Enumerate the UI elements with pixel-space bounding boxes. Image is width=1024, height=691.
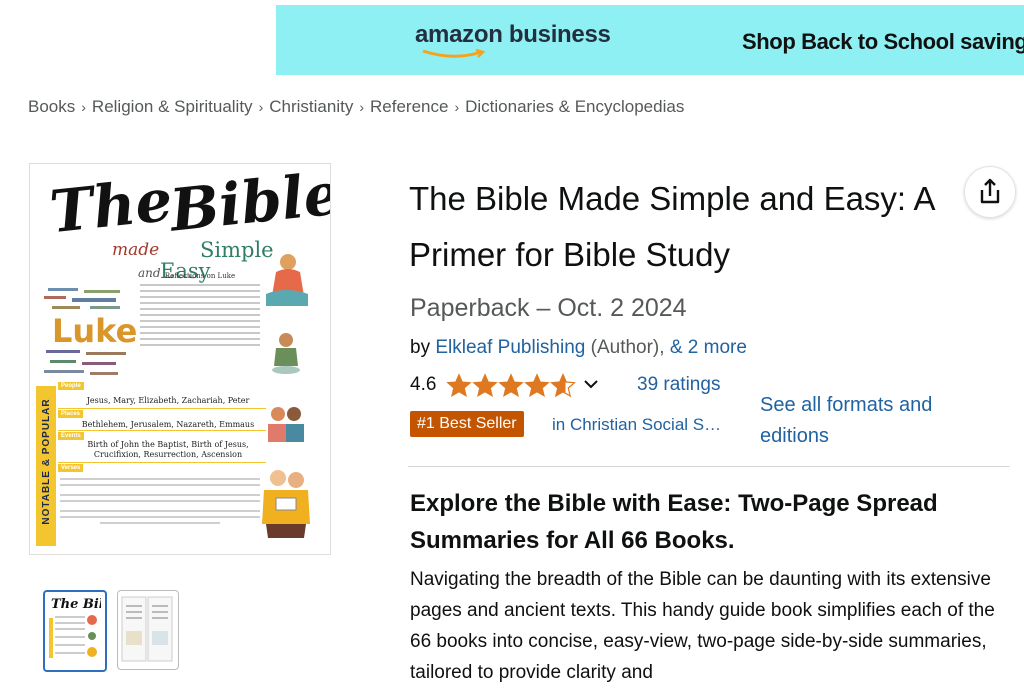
divider	[408, 466, 1010, 467]
main-product-image[interactable]: The Bible made Simple and Easy Luke Refl…	[29, 163, 331, 555]
cover-title-the: The	[46, 165, 176, 247]
cover-row-label: Places	[58, 410, 84, 418]
ad-banner[interactable]: amazon business Shop Back to School savi…	[276, 5, 1024, 75]
thumbnail-cover[interactable]: The Bible	[43, 590, 107, 672]
breadcrumb-item-christianity[interactable]: Christianity	[269, 97, 353, 116]
share-button[interactable]	[964, 166, 1016, 218]
illustration-figure	[266, 254, 308, 306]
breadcrumb-item-reference[interactable]: Reference	[370, 97, 448, 116]
chevron-right-icon: ›	[258, 99, 264, 115]
cover-row-label: Verses	[58, 464, 84, 472]
banner-brand: amazon business	[415, 21, 611, 48]
cover-row-text: Bethlehem, Jerusalem, Nazareth, Emmaus	[81, 420, 255, 429]
chevron-right-icon: ›	[359, 99, 364, 115]
more-contributors-link[interactable]: & 2 more	[670, 337, 747, 358]
description-text: Navigating the breadth of the Bible can …	[410, 569, 995, 683]
ratings-count-link[interactable]: 39 ratings	[637, 374, 720, 396]
star-icon	[499, 374, 523, 397]
amazon-smile-icon	[422, 49, 486, 58]
cover-row-label: People	[58, 382, 84, 390]
cover-book-name: Luke	[52, 312, 138, 350]
thumbnail-inside-pages[interactable]	[117, 590, 179, 670]
breadcrumb-item-religion[interactable]: Religion & Spirituality	[92, 97, 253, 116]
thumbnail-image: The Bible	[49, 597, 105, 658]
svg-text:The Bible: The Bible	[51, 597, 101, 612]
star-icon	[473, 374, 497, 397]
share-icon	[980, 178, 1000, 204]
description-heading: Explore the Bible with Ease: Two-Page Sp…	[410, 490, 938, 554]
product-title: The Bible Made Simple and Easy: A Primer…	[409, 180, 934, 273]
star-icon	[550, 373, 576, 397]
rating-value: 4.6	[410, 374, 437, 395]
cover-side-band: NOTABLE & POPULAR	[36, 386, 56, 546]
chevron-right-icon: ›	[454, 99, 460, 115]
byline: by Elkleaf Publishing (Author), & 2 more	[410, 337, 747, 359]
best-seller-badge[interactable]: #1 Best Seller	[410, 411, 524, 437]
cover-reflection-column: Reflections on Luke	[134, 272, 266, 382]
banner-cta: Shop Back to School saving	[742, 29, 1024, 54]
illustration-figure	[262, 470, 310, 538]
thumbnail-image	[121, 596, 173, 662]
chevron-down-icon[interactable]	[582, 377, 600, 391]
author-role: (Author),	[585, 337, 670, 358]
see-all-formats-link[interactable]: See all formats and editions	[760, 390, 980, 452]
breadcrumb-item-dictionaries[interactable]: Dictionaries & Encyclopedias	[465, 97, 684, 116]
star-icon	[525, 374, 549, 397]
byline-prefix: by	[410, 337, 436, 358]
breadcrumb-item-books[interactable]: Books	[28, 97, 75, 116]
best-seller-category-link[interactable]: in Christian Social S…	[552, 415, 721, 435]
chevron-right-icon: ›	[81, 99, 86, 115]
star-icon	[447, 374, 471, 397]
illustration-figure	[268, 407, 304, 442]
author-link[interactable]: Elkleaf Publishing	[435, 337, 585, 358]
star-rating[interactable]	[446, 373, 578, 399]
illustration-figure	[272, 333, 300, 374]
cover-section-title: Reflections on Luke	[164, 272, 236, 280]
cover-row-label: Events	[58, 432, 84, 440]
format-and-date: Paperback – Oct. 2 2024	[410, 294, 687, 322]
breadcrumb: Books › Religion & Spirituality › Christiani…	[28, 97, 684, 117]
cover-side-band-text: NOTABLE & POPULAR	[41, 398, 52, 525]
cover-title-bible: Bible	[166, 163, 331, 245]
cover-row-text: Birth of John the Baptist, Birth of Jesu…	[87, 440, 249, 459]
cover-made: made	[112, 240, 160, 260]
cover-row-text: Jesus, Mary, Elizabeth, Zachariah, Peter	[86, 396, 250, 405]
